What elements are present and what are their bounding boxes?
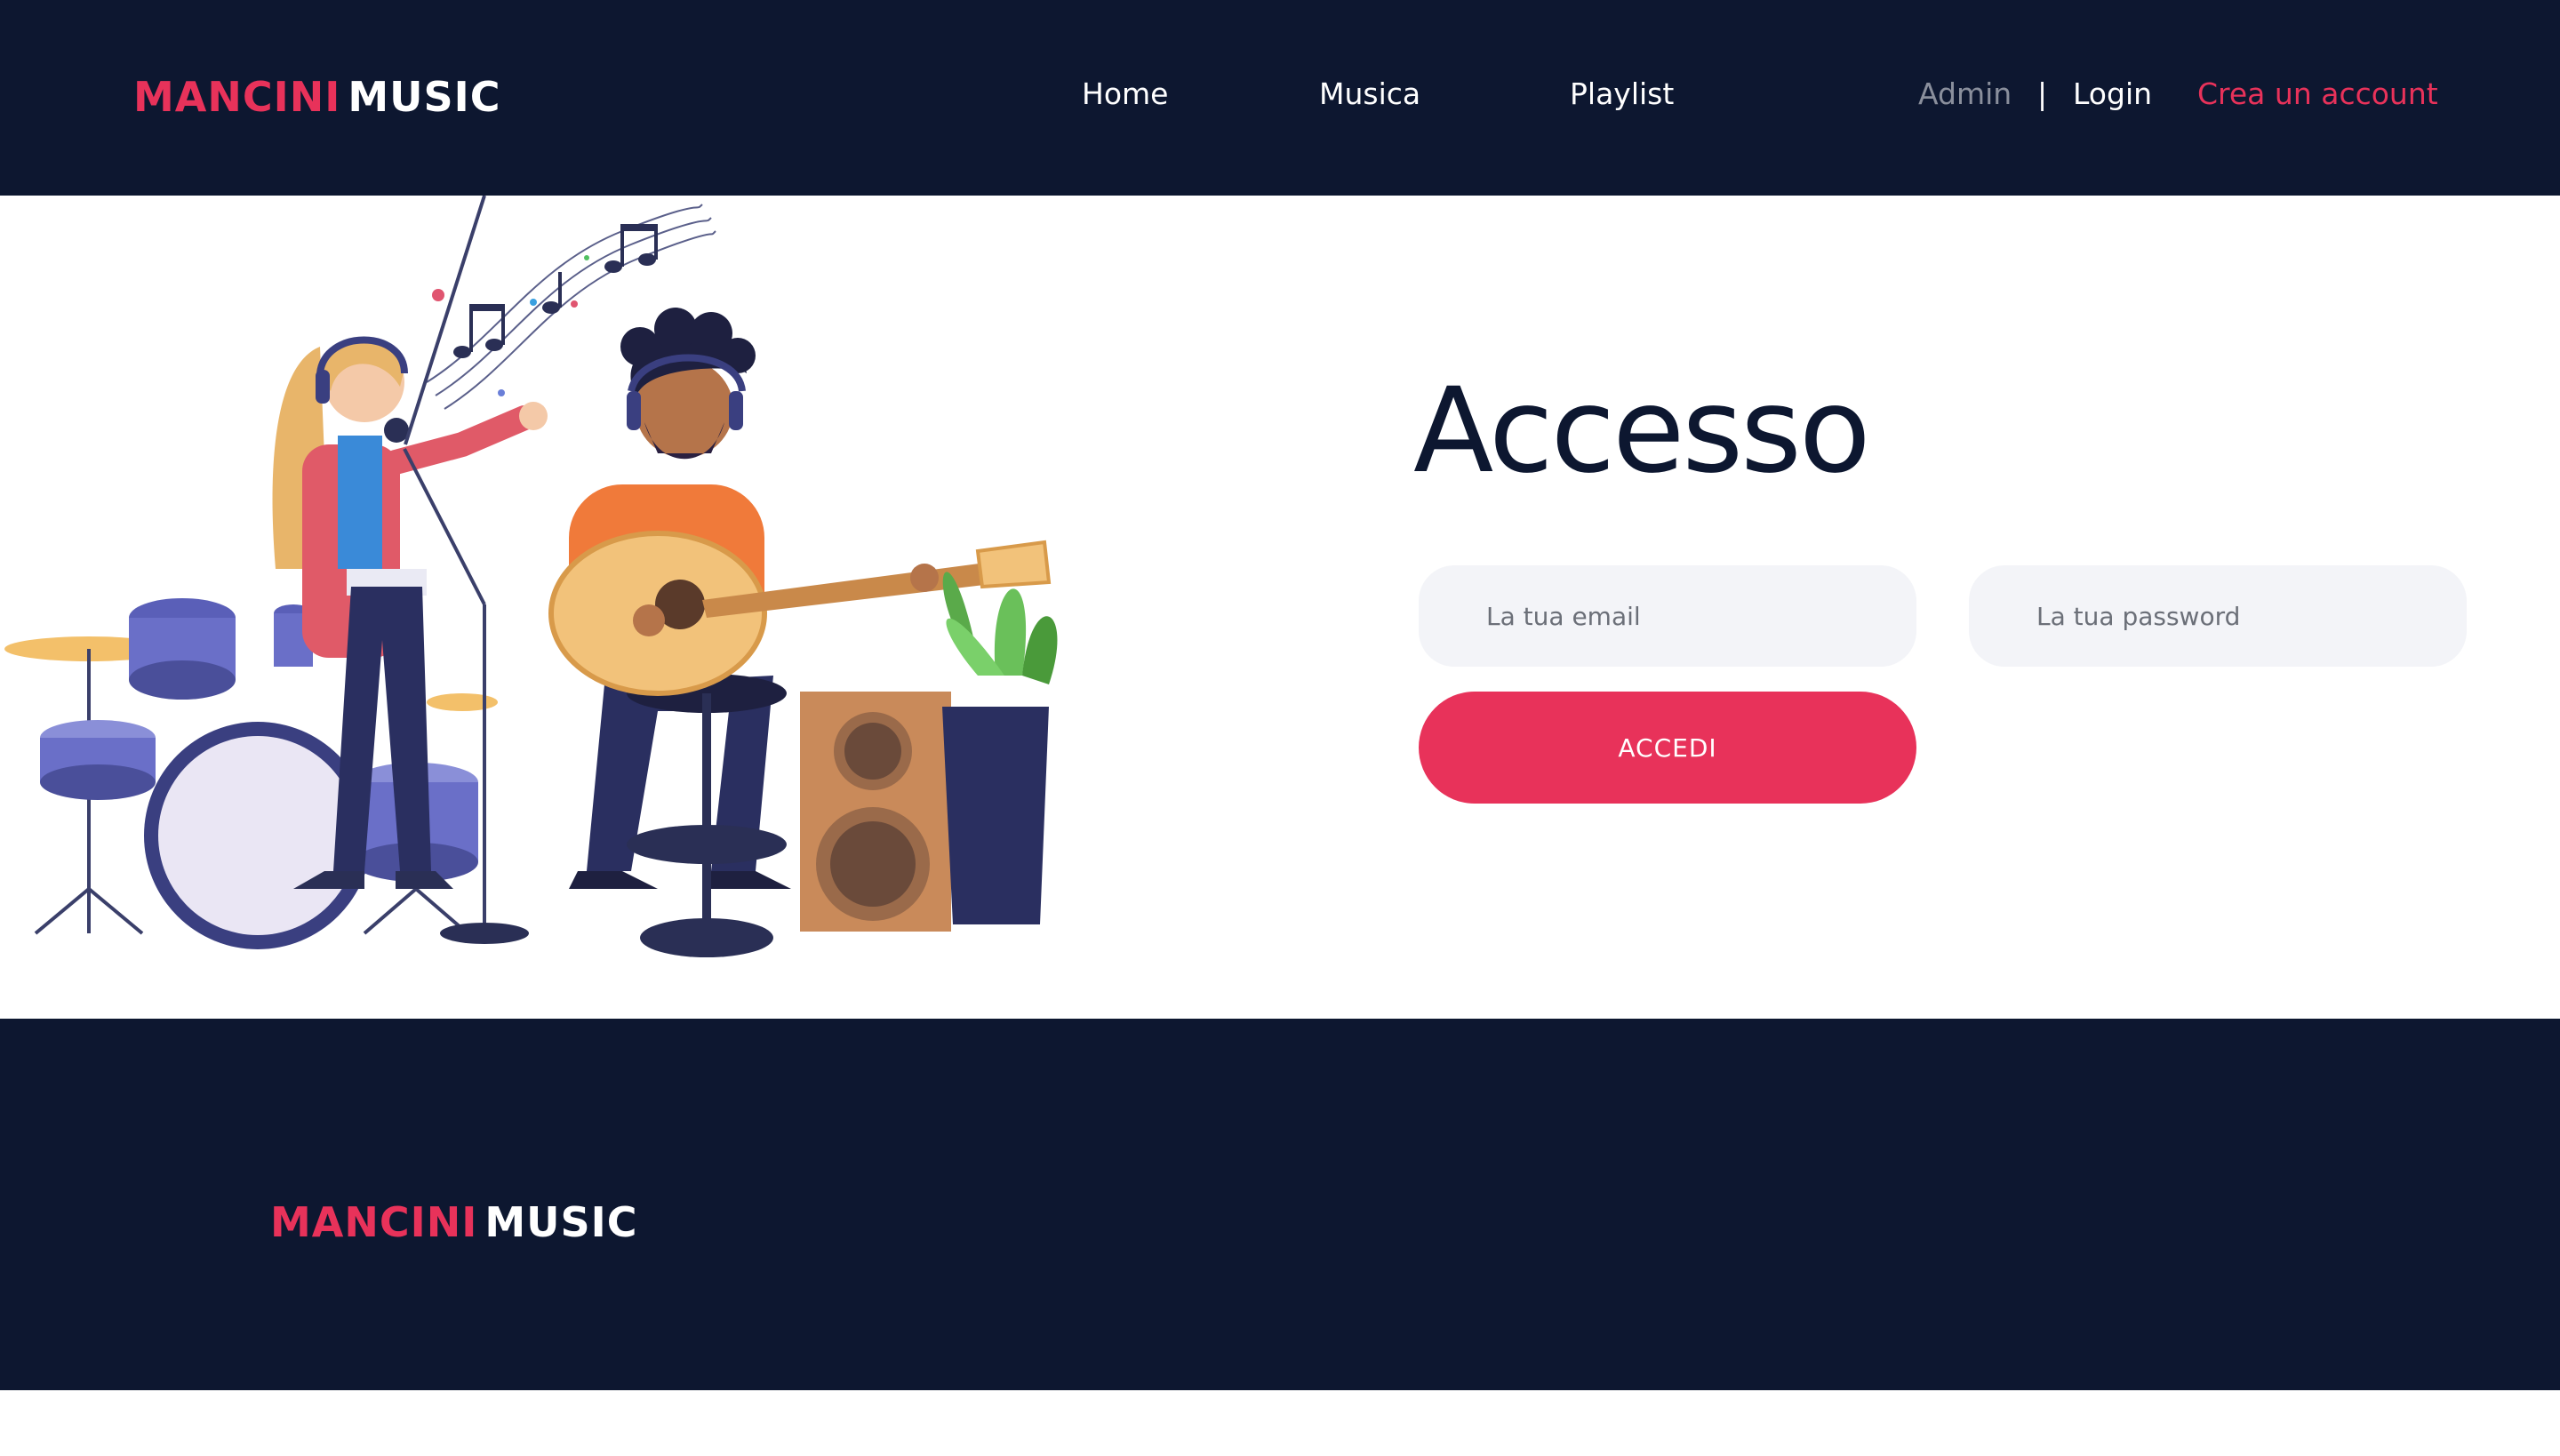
password-field[interactable] — [1969, 565, 2467, 667]
nav-separator: | — [2037, 76, 2048, 111]
musicians-illustration — [4, 196, 1058, 957]
logo-part-music: MUSIC — [484, 1198, 638, 1246]
logo[interactable]: MANCINI MUSIC — [133, 73, 501, 121]
site-footer: MANCINI MUSIC — [0, 1019, 2560, 1390]
logo-part-mancini: MANCINI — [270, 1198, 478, 1246]
site-header: MANCINI MUSIC Home Musica Playlist Admin … — [0, 0, 2560, 196]
footer-logo[interactable]: MANCINI MUSIC — [270, 1198, 638, 1246]
login-button[interactable]: ACCEDI — [1419, 692, 1916, 804]
email-field[interactable] — [1419, 565, 1916, 667]
nav-musica[interactable]: Musica — [1319, 76, 1420, 111]
speaker-icon — [800, 692, 951, 932]
nav-home[interactable]: Home — [1082, 76, 1168, 111]
logo-part-music: MUSIC — [348, 73, 501, 121]
nav-playlist[interactable]: Playlist — [1570, 76, 1674, 111]
nav-admin[interactable]: Admin — [1918, 76, 2012, 111]
page-title: Accesso — [1413, 363, 1871, 500]
plant-icon — [942, 572, 1058, 924]
nav-login[interactable]: Login — [2073, 76, 2152, 111]
nav-signup[interactable]: Crea un account — [2197, 76, 2438, 111]
login-section: Accesso ACCEDI — [0, 196, 2560, 1019]
logo-part-mancini: MANCINI — [133, 73, 341, 121]
